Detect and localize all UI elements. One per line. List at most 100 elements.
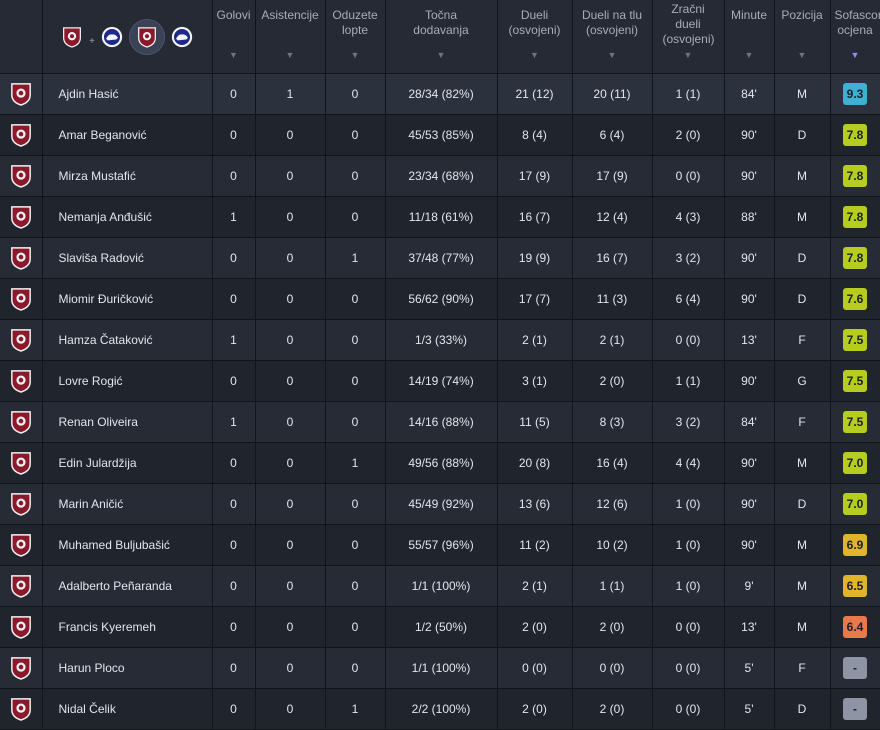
stat-assists: 0 (255, 155, 326, 197)
player-name[interactable]: Edin Julardžija (42, 442, 213, 484)
stat-position: D (774, 237, 831, 279)
stat-minutes: 88' (724, 196, 775, 238)
table-row[interactable]: Adalberto Peñaranda 0 0 0 1/1 (100%) 2 (1) 1 (… (0, 565, 880, 607)
stat-duels: 2 (1) (497, 565, 573, 607)
col-header-minutes[interactable]: Minute ▼ (724, 0, 775, 74)
stat-position: M (774, 442, 831, 484)
stat-assists: 0 (255, 688, 326, 730)
rating-badge: 7.5 (843, 411, 867, 433)
col-header-rating[interactable]: Sofascore ocjena▼ (830, 0, 880, 74)
table-row[interactable]: Edin Julardžija 0 0 1 49/56 (88%) 20 (8) 16 (4… (0, 442, 880, 484)
rating-badge: 7.8 (843, 124, 867, 146)
player-name[interactable]: Adalberto Peñaranda (42, 565, 213, 607)
stat-aerial: 0 (0) (652, 155, 725, 197)
player-name[interactable]: Mirza Mustafić (42, 155, 213, 197)
stat-tackles: 0 (325, 565, 386, 607)
stat-ground: 12 (4) (572, 196, 653, 238)
stat-ground: 6 (4) (572, 114, 653, 156)
col-header-goals[interactable]: Golovi ▼ (212, 0, 256, 74)
stat-tackles: 0 (325, 606, 386, 648)
stat-duels: 3 (1) (497, 360, 573, 402)
team-crest-icon (0, 688, 43, 730)
stat-passes: 14/19 (74%) (385, 360, 498, 402)
rating-cell: 7.0 (830, 483, 880, 525)
col-header-assists[interactable]: Asistencije ▼ (255, 0, 326, 74)
col-header-aerial-duels[interactable]: Zračni dueli (osvojeni) ▼ (652, 0, 725, 74)
team-opponent-icon[interactable] (99, 24, 125, 50)
rating-badge: 6.4 (843, 616, 867, 638)
stat-minutes: 84' (724, 401, 775, 443)
stat-ground: 11 (3) (572, 278, 653, 320)
table-row[interactable]: Amar Beganović 0 0 0 45/53 (85%) 8 (4) 6 (4) 2 … (0, 114, 880, 156)
table-row[interactable]: Marin Aničić 0 0 0 45/49 (92%) 13 (6) 12 (6) 1 … (0, 483, 880, 525)
table-row[interactable]: Mirza Mustafić 0 0 0 23/34 (68%) 17 (9) 17 (9)… (0, 155, 880, 197)
player-name[interactable]: Nidal Čelik (42, 688, 213, 730)
col-header-accurate-passes[interactable]: Točna dodavanja ▼ (385, 0, 498, 74)
stat-passes: 14/16 (88%) (385, 401, 498, 443)
player-name[interactable]: Slaviša Radović (42, 237, 213, 279)
stat-assists: 0 (255, 401, 326, 443)
table-row[interactable]: Muhamed Buljubašić 0 0 0 55/57 (96%) 11 (2) 10… (0, 524, 880, 566)
stat-minutes: 84' (724, 73, 775, 115)
stat-minutes: 90' (724, 237, 775, 279)
stat-goals: 1 (212, 319, 256, 361)
stat-tackles: 1 (325, 688, 386, 730)
rating-cell: 6.9 (830, 524, 880, 566)
player-name[interactable]: Francis Kyeremeh (42, 606, 213, 648)
rating-badge: 7.8 (843, 247, 867, 269)
stat-ground: 2 (0) (572, 360, 653, 402)
team-filter: + (42, 0, 213, 74)
stat-assists: 0 (255, 442, 326, 484)
table-row[interactable]: Ajdin Hasić 0 1 0 28/34 (82%) 21 (12) 20 (11) 1… (0, 73, 880, 115)
stat-aerial: 2 (0) (652, 114, 725, 156)
table-row[interactable]: Francis Kyeremeh 0 0 0 1/2 (50%) 2 (0) 2 (0) 0 … (0, 606, 880, 648)
stat-minutes: 90' (724, 483, 775, 525)
team-sarajevo-selected-icon[interactable] (128, 18, 165, 55)
table-row[interactable]: Renan Oliveira 1 0 0 14/16 (88%) 11 (5) 8 (3) 3… (0, 401, 880, 443)
stat-aerial: 1 (0) (652, 565, 725, 607)
col-header-position[interactable]: Pozicija ▼ (774, 0, 831, 74)
stat-aerial: 6 (4) (652, 278, 725, 320)
player-name[interactable]: Amar Beganović (42, 114, 213, 156)
table-row[interactable]: Harun Ploco 0 0 0 1/1 (100%) 0 (0) 0 (0) 0 (0) 5… (0, 647, 880, 689)
col-header-duels[interactable]: Dueli (osvojeni) ▼ (497, 0, 573, 74)
team-sarajevo-icon[interactable] (59, 24, 85, 50)
player-name[interactable]: Renan Oliveira (42, 401, 213, 443)
table-row[interactable]: Lovre Rogić 0 0 0 14/19 (74%) 3 (1) 2 (0) 1 (1)… (0, 360, 880, 402)
player-name[interactable]: Ajdin Hasić (42, 73, 213, 115)
stat-tackles: 1 (325, 237, 386, 279)
stat-aerial: 0 (0) (652, 606, 725, 648)
player-name[interactable]: Nemanja Anđušić (42, 196, 213, 238)
header-empty-cell (0, 0, 43, 74)
col-header-ground-duels[interactable]: Dueli na tlu (osvojeni) ▼ (572, 0, 653, 74)
col-header-tackles[interactable]: Oduzete lopte ▼ (325, 0, 386, 74)
player-name[interactable]: Harun Ploco (42, 647, 213, 689)
table-row[interactable]: Miomir Đuričković 0 0 0 56/62 (90%) 17 (7) 11 … (0, 278, 880, 320)
stat-goals: 0 (212, 483, 256, 525)
stat-duels: 11 (2) (497, 524, 573, 566)
rating-cell: 7.8 (830, 114, 880, 156)
stat-ground: 10 (2) (572, 524, 653, 566)
rating-badge: 7.6 (843, 288, 867, 310)
rating-cell: 6.5 (830, 565, 880, 607)
player-name[interactable]: Hamza Čataković (42, 319, 213, 361)
table-row[interactable]: Nidal Čelik 0 0 1 2/2 (100%) 2 (0) 2 (0) 0 (0) 5… (0, 688, 880, 730)
player-name[interactable]: Miomir Đuričković (42, 278, 213, 320)
rating-badge: 9.3 (843, 83, 867, 105)
team-crest-icon (0, 647, 43, 689)
stat-assists: 0 (255, 565, 326, 607)
table-row[interactable]: Slaviša Radović 0 0 1 37/48 (77%) 19 (9) 16 (7… (0, 237, 880, 279)
rating-cell: 7.5 (830, 360, 880, 402)
player-name[interactable]: Lovre Rogić (42, 360, 213, 402)
team-opponent-icon[interactable] (169, 24, 195, 50)
player-name[interactable]: Marin Aničić (42, 483, 213, 525)
sort-arrow-icon: ▼ (744, 50, 754, 60)
stat-goals: 0 (212, 114, 256, 156)
table-row[interactable]: Hamza Čataković 1 0 0 1/3 (33%) 2 (1) 2 (1) 0 (… (0, 319, 880, 361)
player-name[interactable]: Muhamed Buljubašić (42, 524, 213, 566)
table-row[interactable]: Nemanja Anđušić 1 0 0 11/18 (61%) 16 (7) 12 (4… (0, 196, 880, 238)
stat-passes: 49/56 (88%) (385, 442, 498, 484)
stat-ground: 20 (11) (572, 73, 653, 115)
stat-goals: 0 (212, 688, 256, 730)
table-header-row: + Golovi ▼ Asistencije ▼ Oduzete lopte ▼ To… (0, 0, 880, 74)
